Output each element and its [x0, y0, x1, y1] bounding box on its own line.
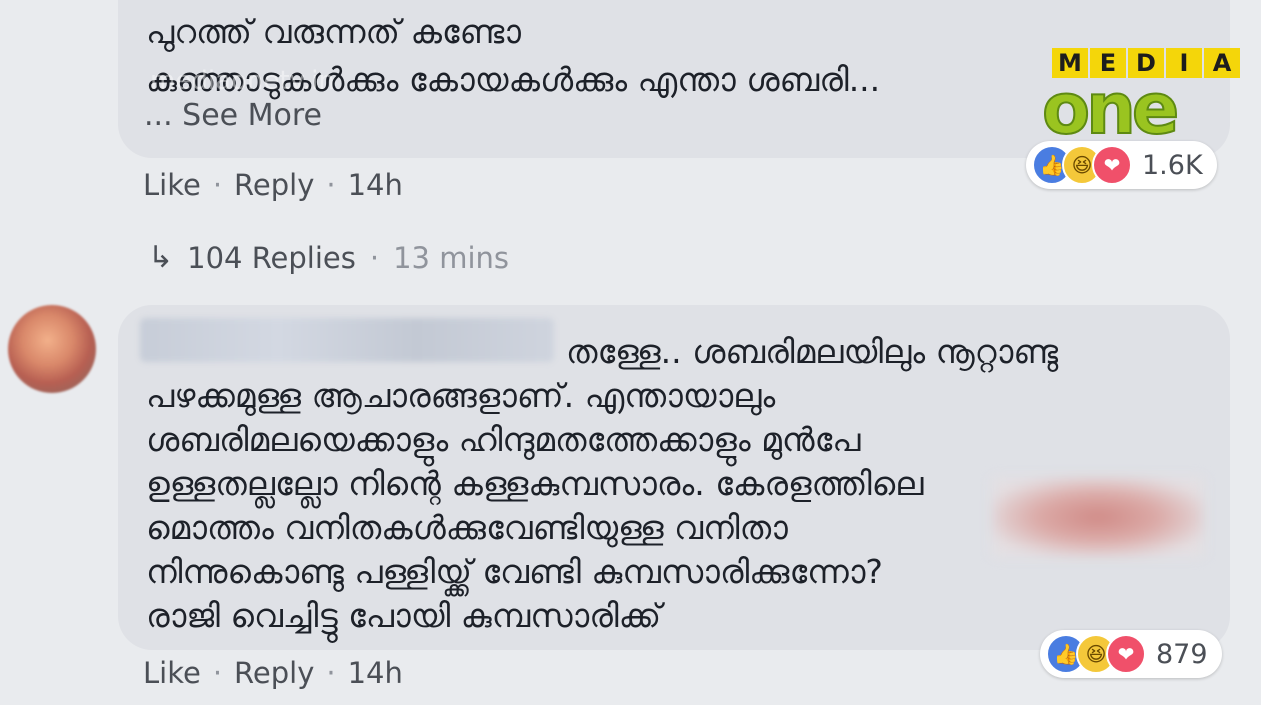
separator: ·: [326, 656, 336, 690]
comment-text-line: രാജി വെച്ചിട്ടു പോയി കുമ്പസാരിക്ക്: [146, 596, 662, 635]
separator: ·: [212, 656, 223, 690]
like-link[interactable]: Like: [143, 656, 201, 690]
see-more-link[interactable]: ... See More: [144, 98, 322, 133]
comment-text-line: തള്ളേ.. ശബരിമലയിലും നൂറ്റാണ്ടു: [566, 332, 1059, 371]
mediaone-logo: M E D I A one: [1041, 48, 1240, 150]
separator: ·: [212, 168, 223, 202]
love-reaction-icon: ❤: [1106, 634, 1146, 674]
view-replies-link[interactable]: ↳ 104 Replies · 13 mins: [148, 240, 509, 275]
comment-timestamp[interactable]: 14h: [348, 168, 403, 202]
comment-text-line: മൊത്തം വനിതകൾക്കുവേണ്ടിയുള്ള വനിതാ: [146, 508, 788, 547]
separator: ·: [326, 168, 336, 202]
reply-arrow-icon: ↳: [148, 240, 174, 275]
comment-actions: Like · Reply · 14h: [143, 656, 403, 690]
reply-link[interactable]: Reply: [234, 168, 314, 202]
comment-text-line: പഴക്കമുള്ള ആചാരങ്ങളാണ്. എന്തായാലും: [146, 376, 776, 415]
reaction-summary[interactable]: 👍 😆 ❤ 879: [1040, 630, 1222, 678]
comment-text-line: പുറത്ത് വരുന്നത് കണ്ടോ: [146, 12, 521, 51]
comment-text-line: ശബരിമലയെക്കാളും ഹിന്ദുമതത്തേക്കാളും മുൻപ…: [146, 420, 861, 459]
avatar[interactable]: [8, 305, 96, 393]
separator: ·: [369, 240, 380, 275]
replies-count[interactable]: 104 Replies: [187, 241, 356, 275]
reaction-count: 879: [1156, 638, 1208, 670]
logo-letter: A: [1204, 48, 1240, 78]
reply-link[interactable]: Reply: [234, 656, 314, 690]
replies-timestamp: 13 mins: [393, 240, 510, 275]
love-reaction-icon: ❤: [1092, 145, 1132, 185]
comment-text-line: നിന്നുകൊണ്ടു പള്ളിയ്ക്ക് വേണ്ടി കുമ്പസാര…: [146, 552, 883, 591]
comment-actions: Like · Reply · 14h: [143, 168, 403, 202]
comment-timestamp[interactable]: 14h: [348, 656, 403, 690]
comment-text-line: ഉള്ളതല്ലല്ലോ നിന്റെ കള്ളകുമ്പസാരം. കേരളത…: [146, 464, 924, 503]
watermark: mediaonetv.in: [150, 66, 335, 96]
blurred-author-name[interactable]: [140, 318, 554, 362]
like-link[interactable]: Like: [143, 168, 201, 202]
logo-one-text: one: [1041, 68, 1180, 150]
reaction-count: 1.6K: [1142, 149, 1203, 181]
blurred-region: [993, 478, 1203, 556]
